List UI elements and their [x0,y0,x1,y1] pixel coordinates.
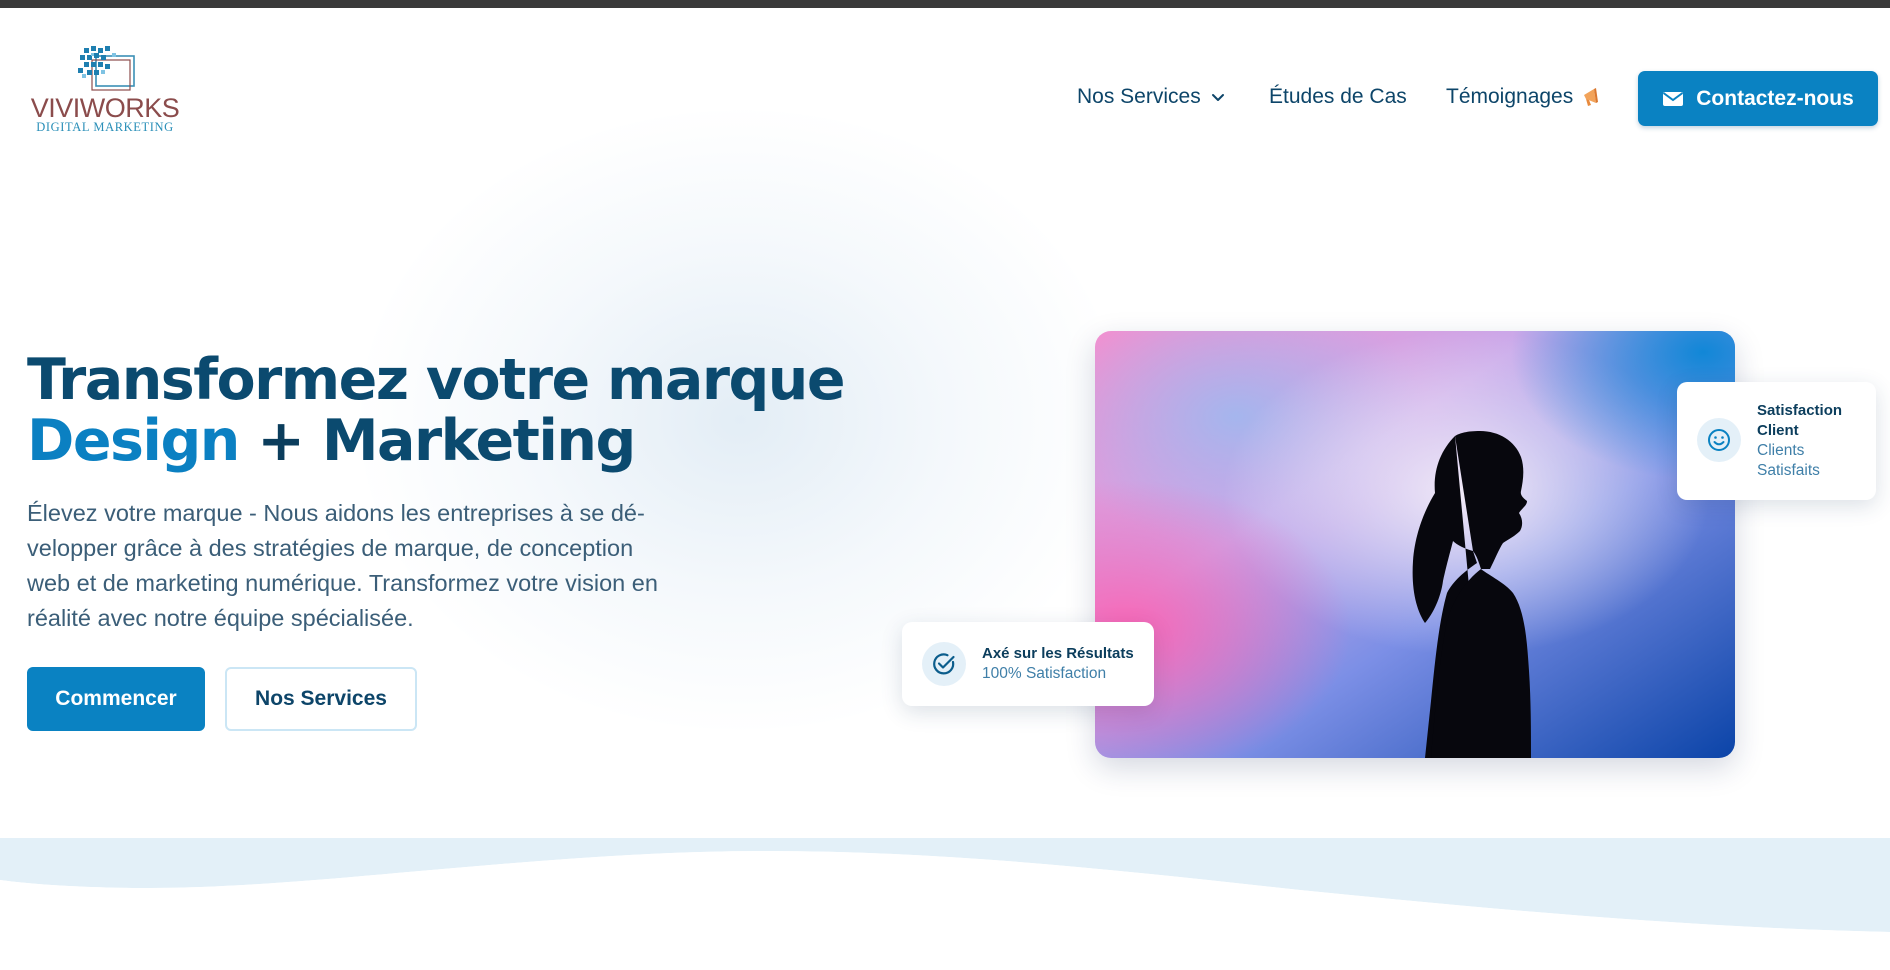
hero-description: Élevez votre marque - Nous aidons les en… [27,500,658,631]
nav-item-label: Études de Cas [1269,85,1407,108]
hero-title-marketing: Marketing [321,408,637,474]
check-circle-icon [922,642,966,686]
logo[interactable]: VIVIWORKS DIGITAL MARKETING [30,42,180,134]
satisfaction-card: Satisfaction Client Clients Satisfaits [1677,382,1876,500]
results-card-subtitle: 100% Satisfaction [982,665,1107,682]
hero-image [1095,331,1735,758]
hero-title-line2: Design + Marketing [27,411,927,471]
logo-tagline: DIGITAL MARKETING [36,120,174,134]
hero-title: Transformez votre marque Design + Market… [27,350,927,471]
hero-title-plus: + [257,408,305,474]
smiley-icon [1697,418,1741,462]
services-button[interactable]: Nos Services [225,667,417,731]
logo-wordmark: VIVIWORKS [30,93,180,123]
hero-title-line1: Transformez votre marque [27,347,846,413]
logo-mark-icon [78,46,135,91]
hero-title-design: Design [27,408,240,474]
top-dark-bar [0,0,1890,8]
contact-button[interactable]: Contactez-nous [1638,71,1878,126]
results-card: Axé sur les Résultats 100% Satisfaction [902,622,1154,706]
megaphone-emoji-icon [1584,88,1599,106]
satisfaction-card-subtitle: Clients Satisfaits [1757,442,1820,479]
nav-item-label: Nos Services [1077,85,1201,108]
nav-item-case-studies[interactable]: Études de Cas [1269,80,1407,114]
results-card-title: Axé sur les Résultats [982,645,1134,662]
satisfaction-card-title: Satisfaction Client [1757,402,1843,439]
envelope-icon [1663,91,1684,106]
contact-button-label: Contactez-nous [1696,86,1854,110]
nav-item-label: Témoignages [1446,85,1574,108]
chevron-down-icon [1211,94,1224,101]
nav-item-services[interactable]: Nos Services [1077,80,1227,114]
section-wave-divider [0,838,1890,970]
nav-item-testimonials[interactable]: Témoignages [1446,80,1601,114]
woman-silhouette-photo [1095,331,1735,758]
start-button[interactable]: Commencer [27,667,205,731]
